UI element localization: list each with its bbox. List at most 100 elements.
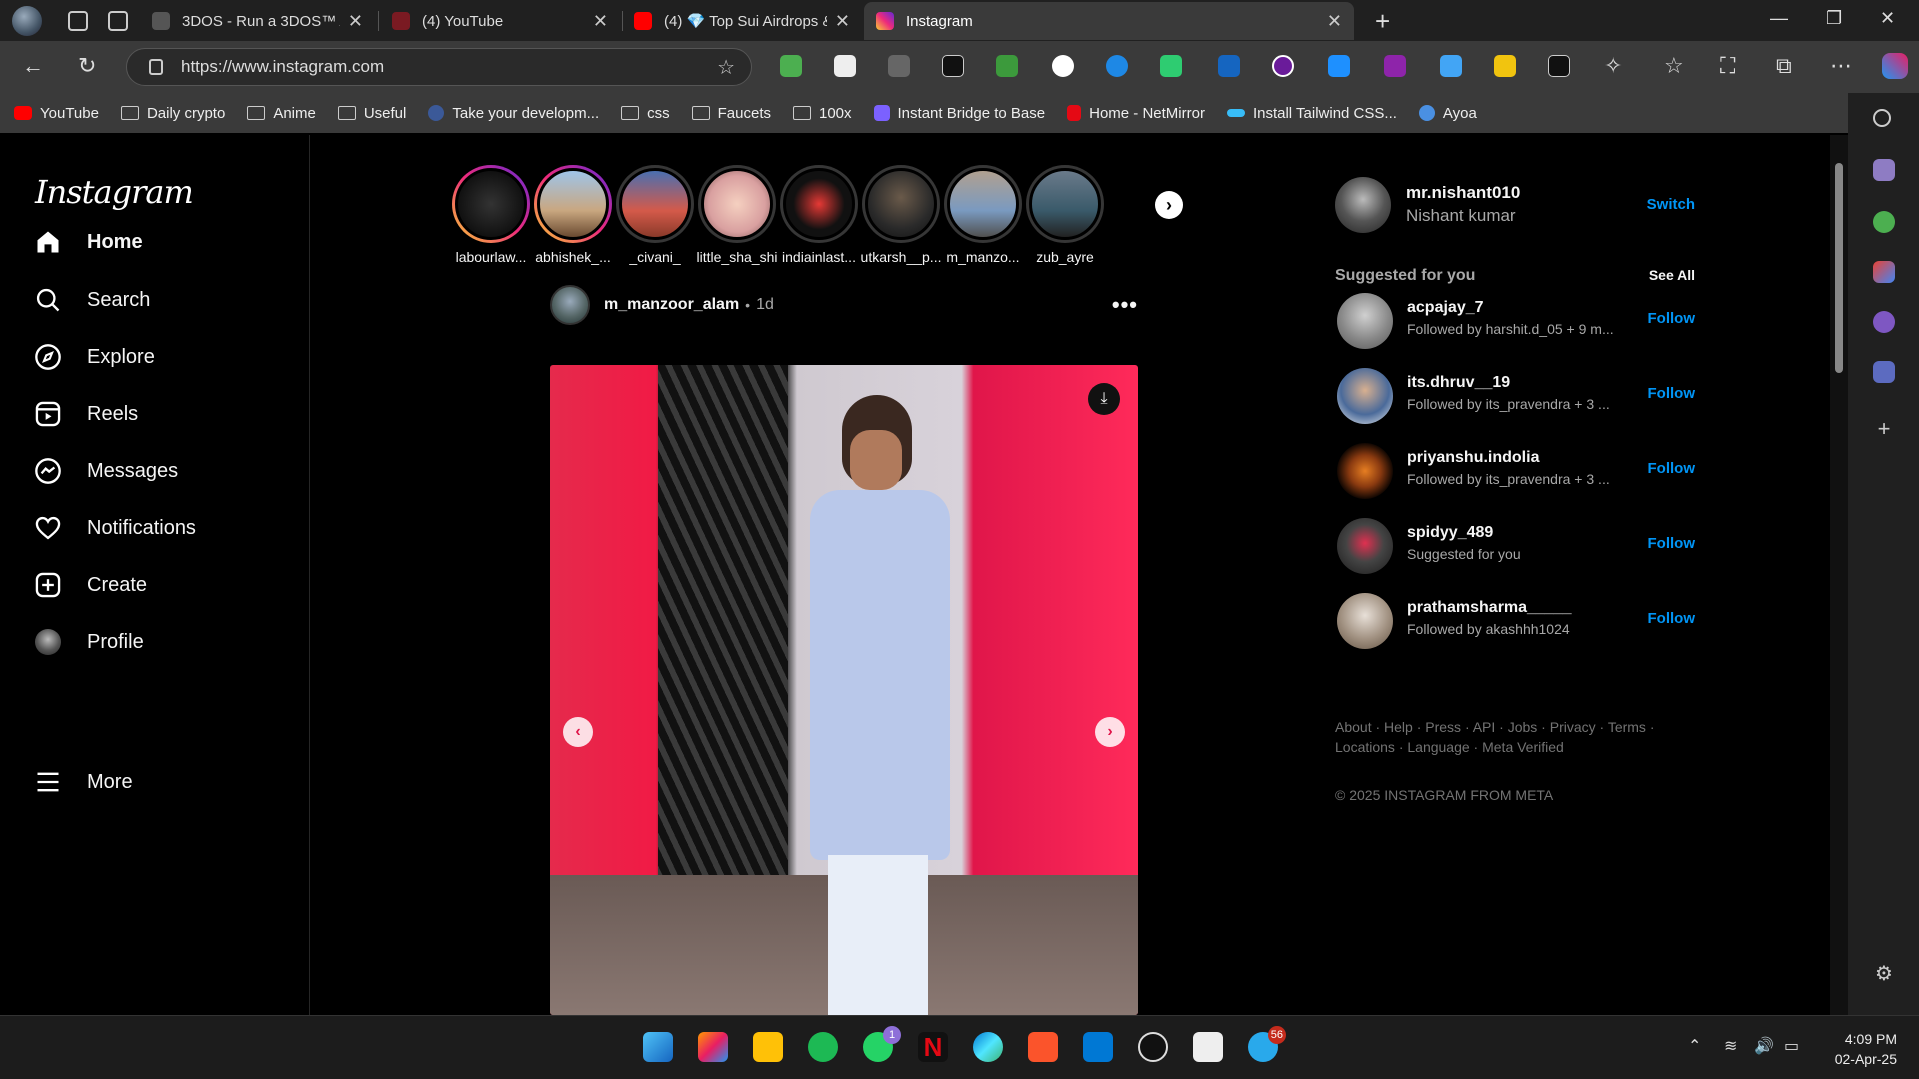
extension-icon[interactable] bbox=[1052, 55, 1074, 77]
suggestion-username[interactable]: acpajay_7 bbox=[1407, 299, 1484, 317]
suggestion-avatar[interactable] bbox=[1337, 593, 1393, 649]
vscode-icon[interactable] bbox=[1083, 1032, 1113, 1062]
collections-icon[interactable]: ⧉ bbox=[1776, 53, 1792, 79]
sidebar-item-messages[interactable]: Messages bbox=[33, 456, 178, 486]
extension-icon[interactable] bbox=[1440, 55, 1462, 77]
settings-icon[interactable]: ⚙ bbox=[1873, 961, 1895, 985]
suggestion-avatar[interactable] bbox=[1337, 368, 1393, 424]
chevron-up-icon[interactable]: ⌃ bbox=[1688, 1036, 1701, 1056]
refresh-button[interactable]: ↻ bbox=[78, 53, 96, 79]
extension-icon[interactable] bbox=[888, 55, 910, 77]
gear-icon[interactable] bbox=[1873, 361, 1895, 383]
tab-3dos[interactable]: 3DOS - Run a 3DOS™ AI Node an ✕ bbox=[140, 2, 375, 40]
suggestion-avatar[interactable] bbox=[1337, 443, 1393, 499]
bookmark-youtube[interactable]: YouTube bbox=[14, 105, 99, 122]
telegram-icon[interactable]: 56 bbox=[1248, 1026, 1286, 1062]
sidebar-item-explore[interactable]: Explore bbox=[33, 342, 155, 372]
post-author-avatar[interactable] bbox=[550, 285, 590, 325]
edge-icon[interactable] bbox=[973, 1032, 1003, 1062]
chess-icon[interactable] bbox=[1873, 159, 1895, 181]
footer-links-line2[interactable]: Locations · Language · Meta Verified bbox=[1335, 737, 1655, 757]
sidebar-item-notifications[interactable]: Notifications bbox=[33, 513, 196, 543]
extension-icon[interactable] bbox=[1384, 55, 1406, 77]
bookmark-tailwind[interactable]: Install Tailwind CSS... bbox=[1226, 105, 1397, 122]
bookmark-anime[interactable]: Anime bbox=[247, 105, 316, 122]
bookmark-instant-bridge[interactable]: Instant Bridge to Base bbox=[873, 105, 1045, 122]
account-username[interactable]: mr.nishant010 bbox=[1406, 183, 1520, 203]
stories-next-button[interactable]: › bbox=[1155, 191, 1183, 219]
bookmark-faucets[interactable]: Faucets bbox=[691, 105, 771, 122]
suggestion-username[interactable]: spidyy_489 bbox=[1407, 524, 1493, 542]
footer-links-line1[interactable]: About · Help · Press · API · Jobs · Priv… bbox=[1335, 717, 1655, 737]
screenshot-icon[interactable]: ⛶ bbox=[1720, 53, 1735, 79]
minimize-button[interactable]: — bbox=[1770, 8, 1788, 29]
extension-icon[interactable] bbox=[1494, 55, 1516, 77]
follow-button[interactable]: Follow bbox=[1648, 460, 1696, 477]
restore-button[interactable]: ❐ bbox=[1826, 8, 1842, 29]
post-author-username[interactable]: m_manzoor_alam bbox=[604, 296, 739, 314]
extension-icon[interactable] bbox=[1548, 55, 1570, 77]
bookmark-ayoa[interactable]: Ayoa bbox=[1418, 105, 1477, 122]
follow-button[interactable]: Follow bbox=[1648, 385, 1696, 402]
extension-icon[interactable] bbox=[1328, 55, 1350, 77]
file-explorer-icon[interactable] bbox=[753, 1032, 783, 1062]
extension-icon[interactable] bbox=[1160, 55, 1182, 77]
favorites-icon[interactable]: ☆ bbox=[1664, 53, 1684, 79]
follow-button[interactable]: Follow bbox=[1648, 535, 1696, 552]
extensions-puzzle-icon[interactable]: ✧ bbox=[1604, 53, 1622, 79]
sidebar-item-create[interactable]: Create bbox=[33, 570, 147, 600]
new-tab-button[interactable]: + bbox=[1375, 6, 1390, 37]
download-icon[interactable]: ⤓ bbox=[1088, 383, 1120, 415]
suggestion-avatar[interactable] bbox=[1337, 293, 1393, 349]
workspaces-icon[interactable] bbox=[68, 10, 88, 31]
sidebar-item-profile[interactable]: Profile bbox=[33, 627, 144, 657]
bookmark-take-your-development[interactable]: Take your developm... bbox=[428, 105, 599, 122]
grid-app-icon[interactable] bbox=[1193, 1032, 1223, 1062]
browser-profile-avatar[interactable] bbox=[12, 5, 42, 36]
story-item[interactable]: zub_ayre bbox=[1017, 165, 1113, 265]
follow-button[interactable]: Follow bbox=[1648, 610, 1696, 627]
address-bar[interactable]: https://www.instagram.com ☆ bbox=[126, 48, 752, 86]
close-icon[interactable]: ✕ bbox=[348, 11, 363, 32]
tree-icon[interactable] bbox=[1873, 211, 1895, 233]
carousel-next-button[interactable]: › bbox=[1095, 717, 1125, 747]
copilot-icon[interactable] bbox=[698, 1032, 728, 1062]
sidebar-item-search[interactable]: Search bbox=[33, 285, 150, 315]
sidebar-item-reels[interactable]: Reels bbox=[33, 399, 138, 429]
close-icon[interactable]: ✕ bbox=[1327, 11, 1342, 32]
extension-icon[interactable] bbox=[834, 55, 856, 77]
gmail-icon[interactable] bbox=[1873, 261, 1895, 283]
account-avatar[interactable] bbox=[1335, 177, 1391, 233]
battery-icon[interactable]: ▭ bbox=[1784, 1036, 1799, 1056]
tab-actions-icon[interactable] bbox=[108, 10, 128, 31]
switch-account-button[interactable]: Switch bbox=[1647, 196, 1695, 213]
bookmark-daily-crypto[interactable]: Daily crypto bbox=[120, 105, 225, 122]
settings-more-icon[interactable]: ⋯ bbox=[1830, 53, 1852, 79]
favorite-star-icon[interactable]: ☆ bbox=[717, 55, 735, 80]
volume-icon[interactable]: 🔊 bbox=[1754, 1036, 1774, 1056]
back-button[interactable]: ← bbox=[22, 53, 44, 79]
brave-icon[interactable] bbox=[1028, 1032, 1058, 1062]
lock-icon[interactable] bbox=[149, 59, 163, 75]
close-icon[interactable]: ✕ bbox=[835, 11, 850, 32]
suggestion-username[interactable]: its.dhruv__19 bbox=[1407, 374, 1510, 392]
follow-button[interactable]: Follow bbox=[1648, 310, 1696, 327]
sidebar-item-home[interactable]: Home bbox=[33, 227, 143, 257]
sidebar-item-more[interactable]: More bbox=[33, 767, 133, 797]
extension-icon[interactable] bbox=[996, 55, 1018, 77]
see-all-link[interactable]: See All bbox=[1649, 267, 1695, 283]
post-more-options-icon[interactable]: ••• bbox=[1112, 292, 1138, 318]
suggestion-username[interactable]: prathamsharma_____ bbox=[1407, 599, 1572, 617]
extension-icon[interactable] bbox=[780, 55, 802, 77]
bookmark-netmirror[interactable]: Home - NetMirror bbox=[1067, 105, 1205, 122]
spotify-icon[interactable] bbox=[808, 1032, 838, 1062]
extension-icon[interactable] bbox=[1218, 55, 1240, 77]
whatsapp-icon[interactable]: 1 bbox=[863, 1026, 901, 1062]
suggestion-username[interactable]: priyanshu.indolia bbox=[1407, 449, 1539, 467]
chatgpt-icon[interactable] bbox=[1138, 1032, 1168, 1062]
scrollbar-thumb[interactable] bbox=[1835, 163, 1843, 373]
carousel-prev-button[interactable]: ‹ bbox=[563, 717, 593, 747]
tab-sui-airdrops[interactable]: (4) 💎 Top Sui Airdrops & Staking ✕ bbox=[622, 2, 862, 40]
extension-icon[interactable] bbox=[1106, 55, 1128, 77]
bookmark-css[interactable]: css bbox=[621, 105, 670, 122]
